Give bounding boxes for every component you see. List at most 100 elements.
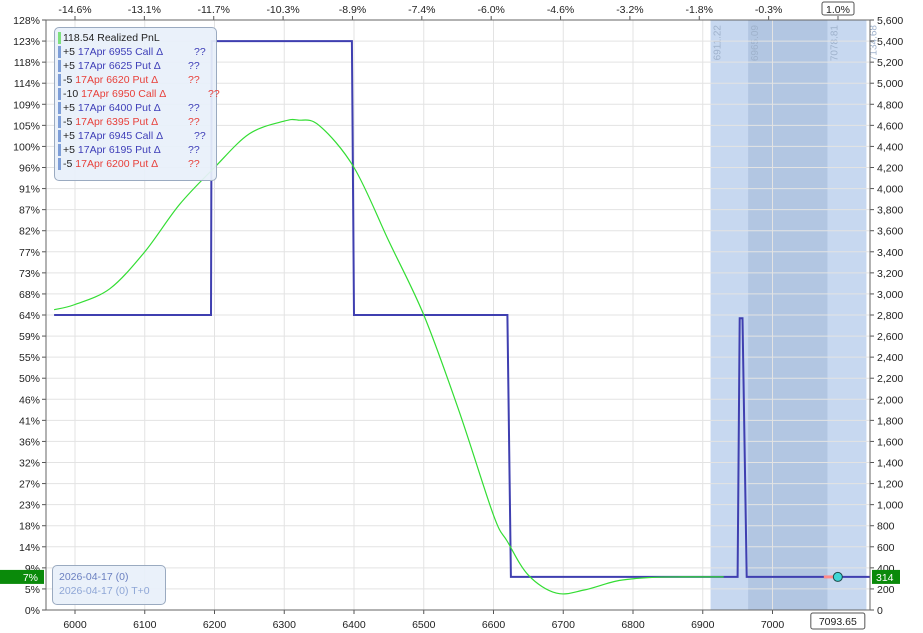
position-marker	[58, 74, 61, 87]
x-axis-tick-label: 6700	[552, 619, 576, 631]
left-axis-tick-label: 82%	[19, 226, 40, 238]
position-marker	[58, 88, 61, 101]
position-marker	[58, 60, 61, 73]
left-axis-tick-label: 77%	[19, 247, 40, 259]
x-axis-tick-label: 6600	[482, 619, 506, 631]
left-axis-tick-label: 55%	[19, 352, 40, 364]
x-axis-tick-label: 7000	[761, 619, 785, 631]
left-axis-tick-label: 18%	[19, 521, 40, 533]
left-axis-tick-label: 50%	[19, 373, 40, 385]
legend-position-row[interactable]: +5 17Apr 6955 Call Δ??	[58, 45, 206, 59]
legend-position-row[interactable]: +5 17Apr 6625 Put Δ??	[58, 59, 200, 73]
x-axis-tick-label: 6900	[691, 619, 715, 631]
position-marker	[58, 144, 61, 157]
position-legend[interactable]: 118.54 Realized PnL +5 17Apr 6955 Call Δ…	[54, 27, 220, 181]
legend-position-row[interactable]: +5 17Apr 6400 Put Δ??	[58, 101, 200, 115]
realized-pnl-label: 118.54 Realized PnL	[63, 32, 160, 44]
top-axis-tick-label: -7.4%	[408, 4, 435, 16]
legend-position-row[interactable]: -10 17Apr 6950 Call Δ??	[58, 87, 220, 101]
right-axis-tick-label: 4,000	[877, 184, 903, 196]
left-axis-tick-label: 32%	[19, 458, 40, 470]
right-axis-tick-label: 4,200	[877, 163, 903, 175]
right-axis-tick-label: 3,600	[877, 226, 903, 238]
left-axis-tick-label: 96%	[19, 163, 40, 175]
expiration-date-line: 2026-04-17 (0)	[59, 571, 129, 583]
x-axis-tick-label: 6800	[621, 619, 645, 631]
left-axis-tick-label: 41%	[19, 415, 40, 427]
top-axis-tick-label: -14.6%	[58, 4, 91, 16]
left-axis-tick-label: 109%	[13, 99, 40, 111]
position-marker	[58, 46, 61, 59]
x-axis-tick-label: 6000	[63, 619, 87, 631]
position-quantity: +5	[63, 144, 78, 156]
legend-position-row[interactable]: +5 17Apr 6195 Put Δ??	[58, 143, 200, 157]
t-plus-zero-date-line: 2026-04-17 (0) T+0	[59, 585, 150, 597]
right-axis-tick-label: 200	[877, 584, 895, 596]
x-axis-tick-label: 6300	[273, 619, 297, 631]
position-description: 17Apr 6200 Put Δ	[75, 158, 159, 170]
legend-position-row[interactable]: -5 17Apr 6620 Put Δ??	[58, 73, 200, 87]
right-axis-tick-label: 3,200	[877, 268, 903, 280]
top-axis-tick-label: -1.8%	[686, 4, 713, 16]
left-axis-tick-label: 105%	[13, 120, 40, 132]
position-quantity: -5	[63, 158, 76, 170]
right-axis-tick-label: 2,600	[877, 331, 903, 343]
left-axis-tick-label: 27%	[19, 479, 40, 491]
legend-position-row[interactable]: -5 17Apr 6395 Put Δ??	[58, 115, 200, 129]
position-marker	[58, 116, 61, 129]
right-axis-tick-label: 5,600	[877, 15, 903, 27]
position-quantity: -5	[63, 74, 76, 86]
right-axis-tick-label: 1,000	[877, 500, 903, 512]
position-marker	[58, 158, 61, 171]
position-marker	[58, 102, 61, 115]
position-quantity: -5	[63, 116, 76, 128]
position-delta-value: ??	[194, 130, 206, 142]
position-delta-value: ??	[188, 60, 200, 72]
top-axis-tick-label: -8.9%	[339, 4, 366, 16]
x-axis-tick-label: 6100	[133, 619, 157, 631]
expiration-date-box: 2026-04-17 (0) 2026-04-17 (0) T+0	[52, 565, 166, 605]
x-axis-tick-label: 6500	[412, 619, 436, 631]
left-axis-tick-label: 123%	[13, 36, 40, 48]
right-axis-tick-label: 4,800	[877, 99, 903, 111]
realized-pnl-marker	[58, 32, 61, 45]
right-axis-tick-label: 1,400	[877, 458, 903, 470]
right-axis-tick-label: 5,400	[877, 36, 903, 48]
position-description: 17Apr 6195 Put Δ	[77, 144, 161, 156]
right-axis-tick-label: 1,600	[877, 436, 903, 448]
legend-position-row[interactable]: +5 17Apr 6945 Call Δ??	[58, 129, 206, 143]
top-axis-tick-label: -13.1%	[128, 4, 161, 16]
position-delta-value: ??	[188, 74, 200, 86]
right-axis-tick-label: 4,600	[877, 120, 903, 132]
left-axis-tick-label: 91%	[19, 184, 40, 196]
right-axis-tick-label: 600	[877, 542, 895, 554]
right-axis-tick-label: 2,200	[877, 373, 903, 385]
right-axis-tick-label: 2,400	[877, 352, 903, 364]
left-axis-tick-label: 68%	[19, 289, 40, 301]
right-axis-tick-label: 2,000	[877, 394, 903, 406]
left-axis-tick-label: 36%	[19, 436, 40, 448]
position-delta-value: ??	[188, 144, 200, 156]
top-axis-tick-label: -10.3%	[266, 4, 299, 16]
position-delta-value: ??	[194, 46, 206, 58]
left-axis-tick-label: 0%	[25, 605, 40, 617]
position-marker	[58, 130, 61, 143]
left-axis-tick-label: 128%	[13, 15, 40, 27]
position-quantity: -10	[63, 88, 82, 100]
current-price-dot[interactable]	[832, 571, 843, 582]
right-axis-tick-label: 5,000	[877, 78, 903, 90]
position-description: 17Apr 6400 Put Δ	[77, 102, 161, 114]
left-axis-tick-label: 118%	[14, 57, 40, 69]
right-axis-tick-label: 1,200	[877, 479, 903, 491]
left-axis-tick-label: 114%	[14, 78, 40, 90]
position-delta-value: ??	[208, 88, 220, 100]
right-axis-tick-label: 0	[877, 605, 883, 617]
current-price-label: 7093.65	[819, 616, 857, 628]
left-axis-tick-label: 59%	[19, 331, 40, 343]
position-quantity: +5	[63, 60, 78, 72]
position-description: 17Apr 6945 Call Δ	[77, 130, 164, 142]
right-axis-tick-label: 3,000	[877, 289, 903, 301]
position-delta-value: ??	[188, 158, 200, 170]
position-description: 17Apr 6395 Put Δ	[75, 116, 159, 128]
legend-position-row[interactable]: -5 17Apr 6200 Put Δ??	[58, 157, 200, 171]
